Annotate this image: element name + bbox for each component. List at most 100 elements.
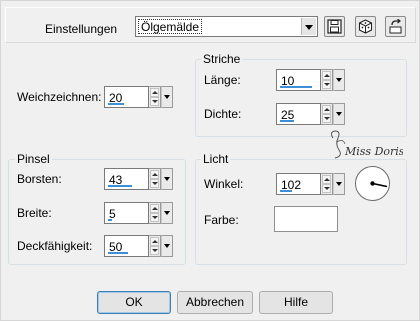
opacity-label: Deckfähigkeit: (17, 239, 93, 253)
bristles-slider-toggle[interactable] (161, 168, 173, 190)
opacity-increment[interactable] (150, 237, 159, 246)
opacity-stepper[interactable] (149, 235, 161, 257)
width-spinner[interactable]: 5 (104, 202, 173, 224)
arrow-up-icon (152, 207, 158, 210)
blur-label: Weichzeichnen: (17, 90, 102, 104)
length-stepper[interactable] (321, 69, 333, 91)
length-label: Länge: (204, 73, 241, 87)
bristles-label: Borsten: (17, 172, 62, 186)
density-level-bar (280, 120, 294, 122)
arrow-up-icon (324, 74, 330, 77)
angle-increment[interactable] (322, 175, 331, 184)
width-increment[interactable] (150, 204, 159, 213)
blur-stepper[interactable] (149, 86, 161, 108)
arrow-down-icon (324, 117, 330, 120)
chevron-down-icon (164, 95, 170, 99)
preset-value: Ölgemälde (138, 19, 203, 34)
ok-button[interactable]: OK (97, 291, 171, 314)
arrow-down-icon (152, 249, 158, 252)
blur-input[interactable]: 20 (104, 86, 149, 108)
blur-increment[interactable] (150, 88, 159, 97)
angle-stepper[interactable] (321, 173, 333, 195)
bristles-input[interactable]: 43 (104, 168, 149, 190)
arrow-up-icon (152, 91, 158, 94)
bristles-stepper[interactable] (149, 168, 161, 190)
opacity-input[interactable]: 50 (104, 235, 149, 257)
strokes-title: Striche (201, 52, 243, 66)
chevron-down-icon (336, 78, 342, 82)
angle-dial[interactable] (354, 165, 391, 202)
width-level-bar (108, 219, 112, 221)
width-decrement[interactable] (150, 213, 159, 222)
bristles-spinner[interactable]: 43 (104, 168, 173, 190)
width-input[interactable]: 5 (104, 202, 149, 224)
light-title: Licht (201, 152, 231, 166)
angle-slider-toggle[interactable] (333, 173, 345, 195)
arrow-down-icon (152, 182, 158, 185)
arrow-down-icon (152, 216, 158, 219)
length-spinner[interactable]: 10 (276, 69, 345, 91)
watermark-text: Miss Doris (344, 145, 403, 158)
length-input[interactable]: 10 (276, 69, 321, 91)
angle-input[interactable]: 102 (276, 173, 321, 195)
length-increment[interactable] (322, 71, 331, 80)
arrow-up-icon (152, 240, 158, 243)
density-spinner[interactable]: 25 (276, 103, 345, 125)
chevron-down-icon (305, 24, 313, 30)
reset-icon (389, 19, 402, 34)
randomize-button[interactable] (355, 16, 376, 37)
density-stepper[interactable] (321, 103, 333, 125)
opacity-decrement[interactable] (150, 246, 159, 255)
density-input[interactable]: 25 (276, 103, 321, 125)
arrow-up-icon (324, 108, 330, 111)
density-slider-toggle[interactable] (333, 103, 345, 125)
bristles-increment[interactable] (150, 170, 159, 179)
dial-handle[interactable] (370, 181, 375, 186)
blur-slider-toggle[interactable] (161, 86, 173, 108)
cancel-button[interactable]: Abbrechen (177, 291, 253, 314)
bristles-decrement[interactable] (150, 179, 159, 188)
color-label: Farbe: (204, 213, 239, 227)
arrow-up-icon (152, 173, 158, 176)
blur-spinner[interactable]: 20 (104, 86, 173, 108)
angle-decrement[interactable] (322, 184, 331, 193)
help-button[interactable]: Hilfe (259, 291, 333, 314)
length-slider-toggle[interactable] (333, 69, 345, 91)
save-preset-button[interactable] (324, 16, 345, 37)
settings-label: Einstellungen (45, 22, 118, 36)
opacity-level-bar (108, 252, 128, 254)
arrow-down-icon (324, 187, 330, 190)
save-icon (327, 19, 342, 34)
density-label: Dichte: (204, 107, 242, 121)
brush-title: Pinsel (15, 152, 52, 166)
bristles-level-bar (108, 185, 132, 187)
width-label: Breite: (17, 206, 52, 220)
density-increment[interactable] (322, 105, 331, 114)
opacity-spinner[interactable]: 50 (104, 235, 173, 257)
reset-button[interactable] (385, 16, 406, 37)
width-stepper[interactable] (149, 202, 161, 224)
arrow-up-icon (324, 178, 330, 181)
length-level-bar (280, 86, 312, 88)
chevron-down-icon (164, 211, 170, 215)
arrow-down-icon (324, 83, 330, 86)
width-slider-toggle[interactable] (161, 202, 173, 224)
length-decrement[interactable] (322, 80, 331, 89)
blur-level-bar (108, 103, 124, 105)
angle-spinner[interactable]: 102 (276, 173, 345, 195)
oil-paint-dialog: Einstellungen Ölgemälde Weichzeichnen: 2… (0, 0, 420, 321)
arrow-down-icon (152, 100, 158, 103)
blur-decrement[interactable] (150, 97, 159, 106)
opacity-slider-toggle[interactable] (161, 235, 173, 257)
chevron-down-icon (164, 244, 170, 248)
chevron-down-icon (164, 177, 170, 181)
angle-level-bar (280, 190, 292, 192)
dice-icon (358, 19, 373, 34)
density-decrement[interactable] (322, 114, 331, 123)
preset-dropdown[interactable]: Ölgemälde (135, 16, 318, 37)
light-color-swatch[interactable] (274, 206, 338, 232)
chevron-down-icon (336, 182, 342, 186)
chevron-down-icon (336, 112, 342, 116)
angle-label: Winkel: (204, 177, 244, 191)
preset-dropdown-arrow[interactable] (301, 18, 316, 35)
